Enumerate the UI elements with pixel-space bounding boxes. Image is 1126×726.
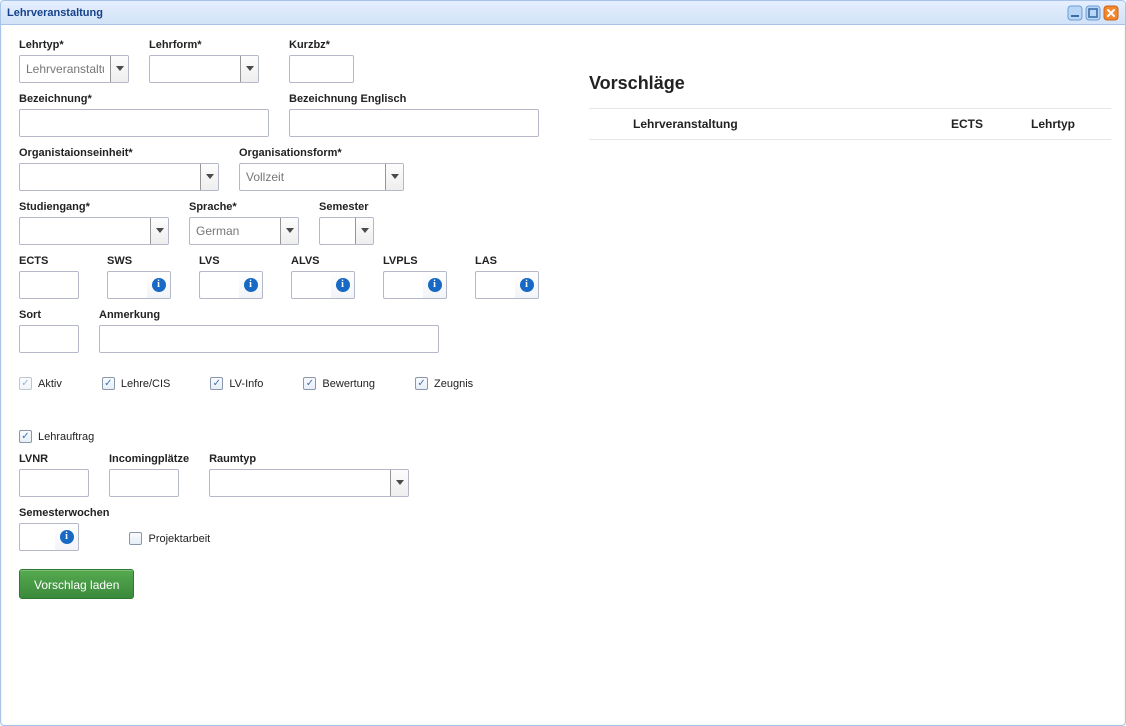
studiengang-select[interactable] — [19, 217, 169, 245]
bezeichnung-en-input[interactable] — [289, 109, 539, 137]
label-ects: ECTS — [19, 255, 79, 267]
label-bezeichnung: Bezeichnung* — [19, 93, 269, 105]
window-header: Lehrveranstaltung — [1, 1, 1125, 25]
label-bezeichnung-en: Bezeichnung Englisch — [289, 93, 539, 105]
semester-input[interactable] — [320, 218, 355, 244]
vorschlag-laden-button[interactable]: Vorschlag laden — [19, 569, 134, 599]
sprache-input[interactable] — [190, 218, 280, 244]
form-area: Lehrtyp* Lehrform* — [19, 39, 559, 711]
check-icon: ✓ — [104, 379, 112, 389]
window-maximize-icon[interactable] — [1085, 5, 1101, 21]
checkbox-lv-info[interactable]: ✓ LV-Info — [210, 377, 263, 390]
check-icon: ✓ — [213, 379, 221, 389]
sprache-select[interactable] — [189, 217, 299, 245]
label-kurzbz: Kurzbz* — [289, 39, 354, 51]
checkbox-lehrauftrag[interactable]: ✓ Lehrauftrag — [19, 430, 94, 443]
org-form-select[interactable] — [239, 163, 404, 191]
semester-select[interactable] — [319, 217, 374, 245]
label-lehrform: Lehrform* — [149, 39, 259, 51]
checkbox-zeugnis[interactable]: ✓ Zeugnis — [415, 377, 473, 390]
label-anmerkung: Anmerkung — [99, 309, 439, 321]
alvs-input[interactable] — [291, 271, 331, 299]
label-raumtyp: Raumtyp — [209, 453, 409, 465]
chevron-down-icon[interactable] — [200, 164, 218, 190]
info-icon[interactable]: i — [331, 271, 355, 299]
info-icon[interactable]: i — [239, 271, 263, 299]
suggestions-title: Vorschläge — [589, 73, 1111, 94]
grid-header: Lehrveranstaltung ECTS Lehrtyp — [589, 109, 1111, 140]
chevron-down-icon[interactable] — [385, 164, 403, 190]
lehrform-select[interactable] — [149, 55, 259, 83]
label-lvs: LVS — [199, 255, 263, 267]
info-icon[interactable]: i — [423, 271, 447, 299]
check-icon: ✓ — [21, 432, 29, 442]
semesterwochen-input[interactable] — [19, 523, 55, 551]
col-lehrtyp[interactable]: Lehrtyp — [1031, 117, 1111, 131]
window-close-icon[interactable] — [1103, 5, 1119, 21]
lehrtyp-select[interactable] — [19, 55, 129, 83]
label-lehrtyp: Lehrtyp* — [19, 39, 129, 51]
lvpls-input[interactable] — [383, 271, 423, 299]
suggestions-panel: Vorschläge Lehrveranstaltung ECTS Lehrty… — [589, 39, 1111, 711]
label-sort: Sort — [19, 309, 79, 321]
check-icon: ✓ — [417, 379, 425, 389]
info-icon[interactable]: i — [55, 523, 79, 551]
chevron-down-icon[interactable] — [355, 218, 373, 244]
label-sws: SWS — [107, 255, 171, 267]
label-lvpls: LVPLS — [383, 255, 447, 267]
label-las: LAS — [475, 255, 539, 267]
check-icon: ✓ — [21, 379, 29, 389]
chevron-down-icon[interactable] — [390, 470, 408, 496]
col-lehrveranstaltung[interactable]: Lehrveranstaltung — [589, 117, 951, 131]
label-incoming: Incomingplätze — [109, 453, 189, 465]
checkbox-projektarbeit[interactable]: Projektarbeit — [129, 532, 210, 545]
info-icon[interactable]: i — [515, 271, 539, 299]
kurzbz-input[interactable] — [289, 55, 354, 83]
label-studiengang: Studiengang* — [19, 201, 169, 213]
las-input[interactable] — [475, 271, 515, 299]
studiengang-input[interactable] — [20, 218, 150, 244]
ects-input[interactable] — [19, 271, 79, 299]
chevron-down-icon[interactable] — [280, 218, 298, 244]
chevron-down-icon[interactable] — [240, 56, 258, 82]
window-minimize-icon[interactable] — [1067, 5, 1083, 21]
label-lvnr: LVNR — [19, 453, 89, 465]
lehrtyp-input[interactable] — [20, 56, 110, 82]
label-org-form: Organisationsform* — [239, 147, 404, 159]
lvs-input[interactable] — [199, 271, 239, 299]
suggestions-grid: Lehrveranstaltung ECTS Lehrtyp — [589, 108, 1111, 140]
label-semesterwochen: Semesterwochen — [19, 507, 109, 519]
bezeichnung-input[interactable] — [19, 109, 269, 137]
check-icon: ✓ — [306, 379, 314, 389]
lehrform-input[interactable] — [150, 56, 240, 82]
sws-input[interactable] — [107, 271, 147, 299]
org-einheit-select[interactable] — [19, 163, 219, 191]
org-form-input[interactable] — [240, 164, 385, 190]
label-sprache: Sprache* — [189, 201, 299, 213]
checkbox-lehre-cis[interactable]: ✓ Lehre/CIS — [102, 377, 171, 390]
window-title: Lehrveranstaltung — [7, 1, 103, 25]
label-org-einheit: Organistaionseinheit* — [19, 147, 219, 159]
checkbox-bewertung[interactable]: ✓ Bewertung — [303, 377, 375, 390]
incoming-input[interactable] — [109, 469, 179, 497]
lvnr-input[interactable] — [19, 469, 89, 497]
window-lehrveranstaltung: Lehrveranstaltung Lehrtyp* — [0, 0, 1126, 726]
org-einheit-input[interactable] — [20, 164, 200, 190]
checkbox-aktiv[interactable]: ✓ Aktiv — [19, 377, 62, 390]
raumtyp-select[interactable] — [209, 469, 409, 497]
sort-input[interactable] — [19, 325, 79, 353]
window-body: Lehrtyp* Lehrform* — [1, 25, 1125, 725]
label-semester: Semester — [319, 201, 374, 213]
raumtyp-input[interactable] — [210, 470, 390, 496]
label-alvs: ALVS — [291, 255, 355, 267]
chevron-down-icon[interactable] — [110, 56, 128, 82]
chevron-down-icon[interactable] — [150, 218, 168, 244]
info-icon[interactable]: i — [147, 271, 171, 299]
anmerkung-input[interactable] — [99, 325, 439, 353]
col-ects[interactable]: ECTS — [951, 117, 1031, 131]
